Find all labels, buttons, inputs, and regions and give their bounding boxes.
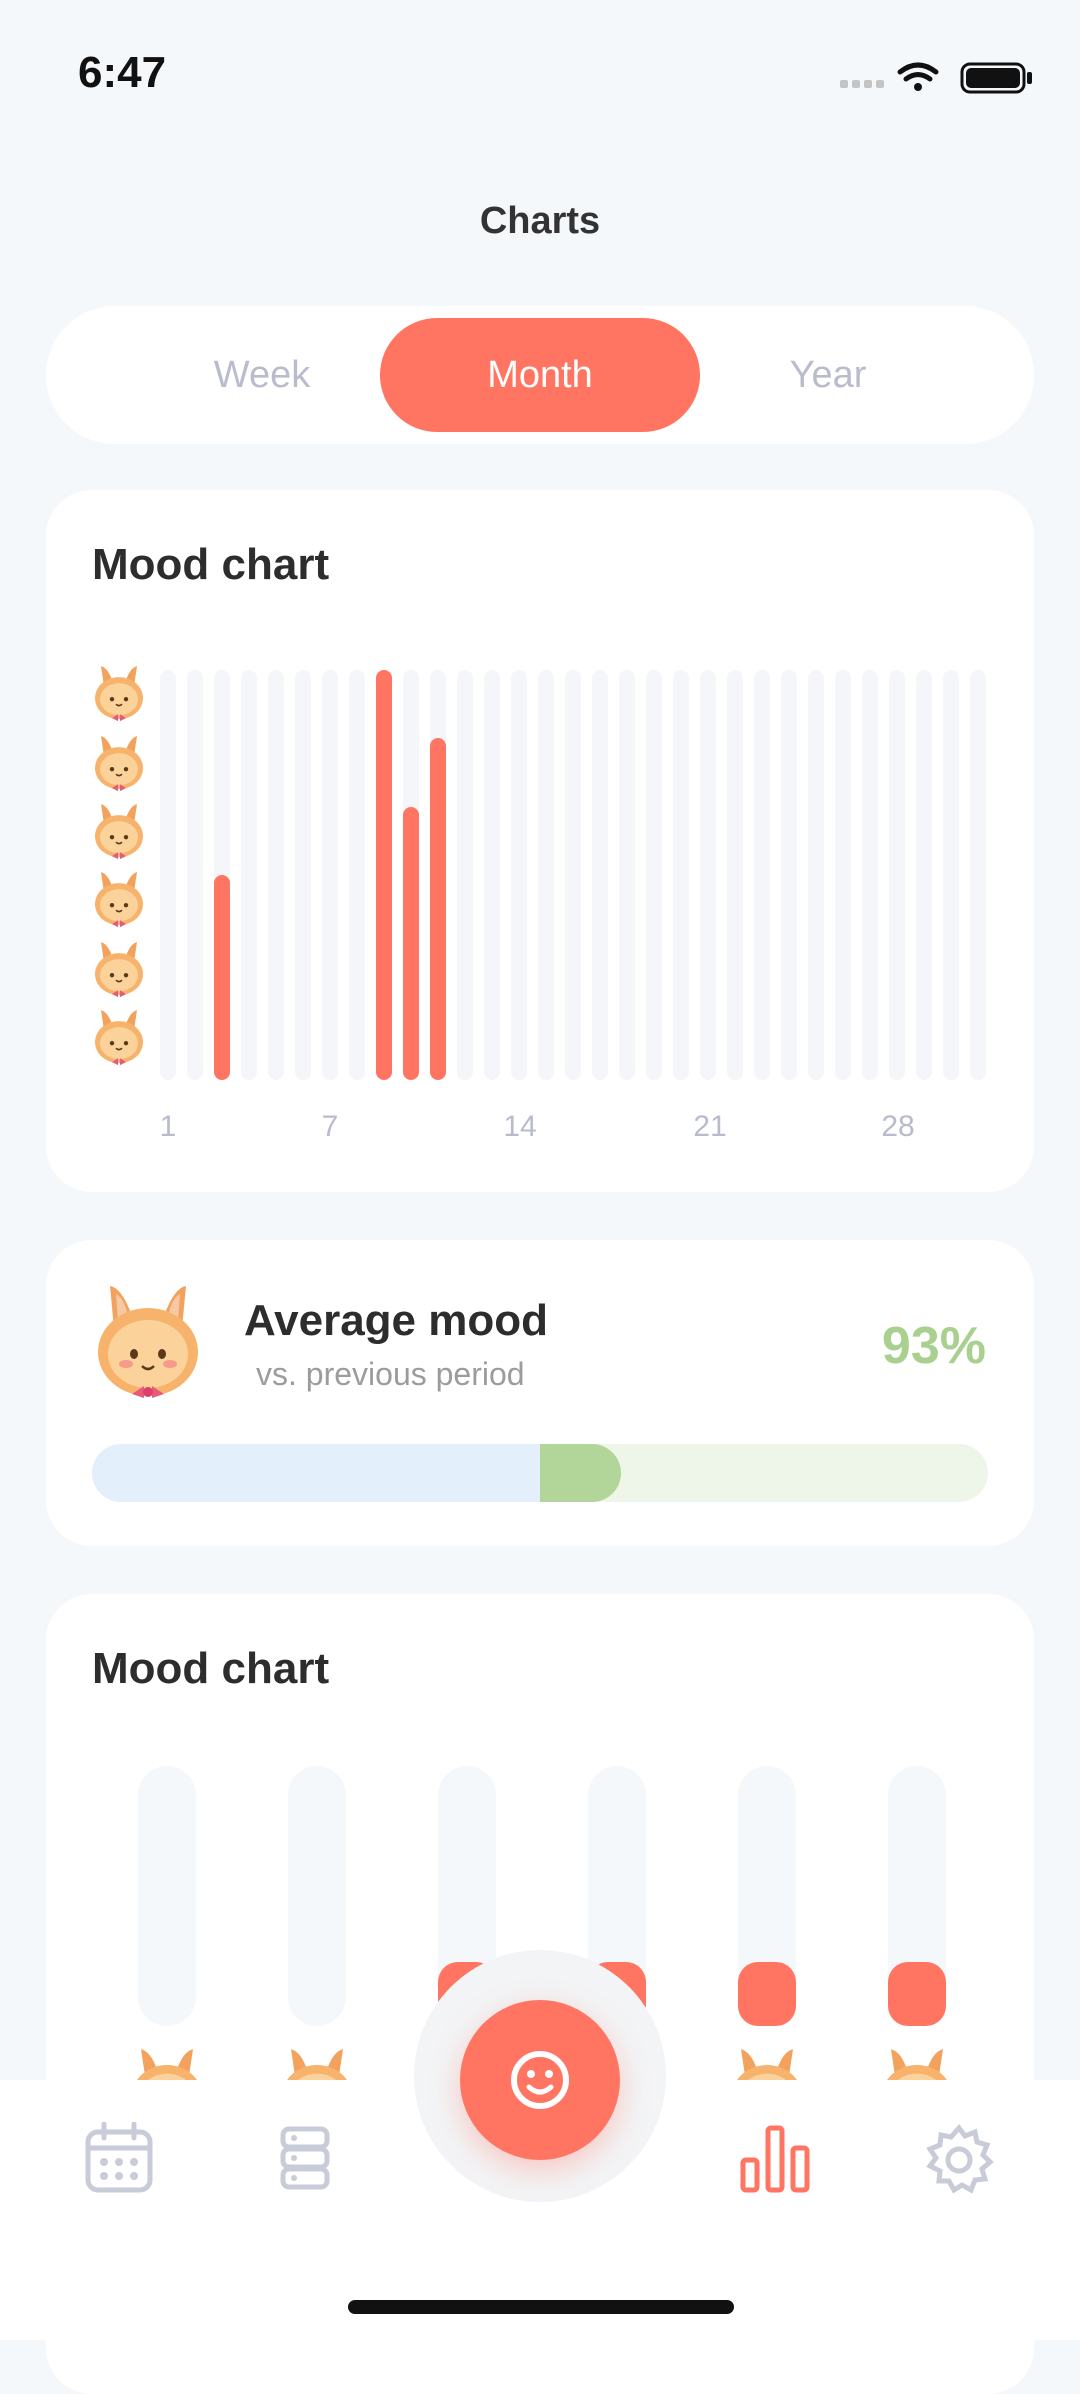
x-tick-label: 21 [693, 1110, 727, 1143]
average-mood-title: Average mood [244, 1296, 549, 1345]
average-mood-subtitle: vs. previous period [256, 1356, 525, 1392]
mood-chart-title: Mood chart [92, 540, 330, 589]
bar-track [484, 670, 500, 1080]
bar-track [781, 670, 797, 1080]
previous-period-fill [92, 1444, 540, 1502]
average-mood-bar [92, 1444, 988, 1502]
bar-track [646, 670, 662, 1080]
tab-year[interactable]: Year [668, 318, 988, 432]
bar-track [916, 670, 932, 1080]
mood-level-face-icon [92, 940, 146, 998]
x-tick-label: 1 [159, 1110, 177, 1143]
stats-icon[interactable] [740, 2124, 810, 2194]
tab-week[interactable]: Week [102, 318, 422, 432]
wifi-icon [897, 62, 939, 82]
mood-level-face-icon [92, 734, 146, 792]
list-icon[interactable] [280, 2126, 330, 2190]
distribution-column-track [288, 1766, 346, 2026]
bar-track [889, 670, 905, 1080]
x-tick-label: 28 [881, 1110, 915, 1143]
bar-track [187, 670, 203, 1080]
current-period-fill [540, 1444, 621, 1502]
bar-track [160, 670, 176, 1080]
battery-icon [960, 62, 1032, 94]
bar-track [241, 670, 257, 1080]
calendar-icon[interactable] [84, 2122, 154, 2194]
mood-add-icon [511, 2051, 569, 2109]
bar-track [754, 670, 770, 1080]
tab-month[interactable]: Month [380, 318, 700, 432]
mood-level-face-icon [92, 664, 146, 722]
period-segmented-control: Week Month Year [46, 306, 1034, 444]
home-indicator [348, 2300, 734, 2314]
bar-track [835, 670, 851, 1080]
bar-track [970, 670, 986, 1080]
distribution-column-track [138, 1766, 196, 2026]
bar-track [538, 670, 554, 1080]
x-tick-label: 14 [503, 1110, 537, 1143]
distribution-column-value [738, 1962, 796, 2026]
bar-track [673, 670, 689, 1080]
mood-level-face-icon [92, 870, 146, 928]
mood-bar[interactable] [214, 875, 230, 1080]
add-mood-button[interactable] [460, 2000, 620, 2160]
mood-bar[interactable] [376, 670, 392, 1080]
bar-track [268, 670, 284, 1080]
bar-track [727, 670, 743, 1080]
bar-track [322, 670, 338, 1080]
status-time: 6:47 [78, 48, 167, 97]
bunny-mascot-icon [98, 1286, 198, 1398]
average-mood-percent: 93% [881, 1317, 986, 1375]
page-title: Charts [479, 200, 601, 242]
mood-level-face-icon [92, 802, 146, 860]
bar-track [592, 670, 608, 1080]
bar-track [457, 670, 473, 1080]
signal-icon [840, 80, 884, 88]
status-icons [840, 62, 1032, 94]
bar-track [700, 670, 716, 1080]
bar-track [511, 670, 527, 1080]
bar-track [862, 670, 878, 1080]
distribution-column-value [888, 1962, 946, 2026]
bar-track [349, 670, 365, 1080]
mood-bar[interactable] [430, 738, 446, 1080]
bar-track [943, 670, 959, 1080]
bar-track [565, 670, 581, 1080]
mood-bar[interactable] [403, 806, 419, 1080]
mood-level-face-icon [92, 1008, 146, 1066]
bar-track [295, 670, 311, 1080]
settings-icon[interactable] [924, 2124, 994, 2194]
bar-track [808, 670, 824, 1080]
bar-track [619, 670, 635, 1080]
x-tick-label: 7 [321, 1110, 339, 1143]
mood-distribution-title: Mood chart [92, 1644, 330, 1693]
